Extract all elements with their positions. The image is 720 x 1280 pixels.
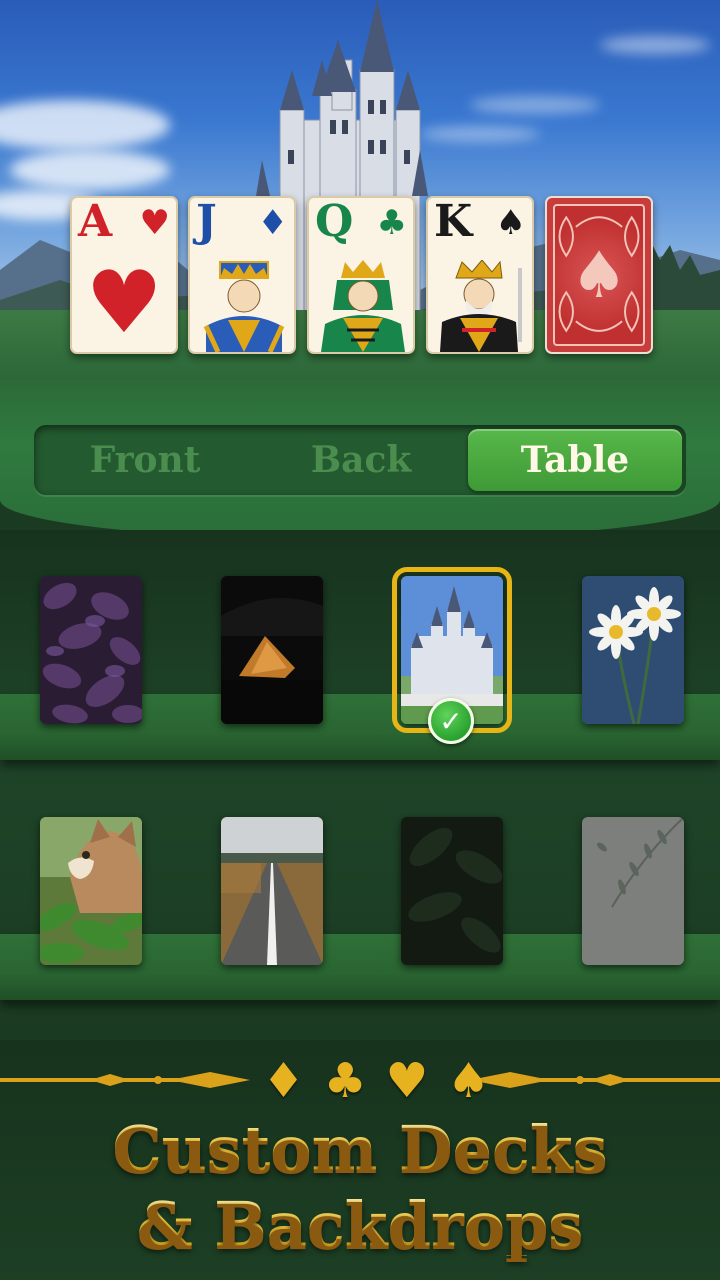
- selected-check-icon: ✓: [428, 698, 474, 744]
- king-face-illustration: [440, 260, 522, 352]
- diamond-icon: ♦: [262, 1053, 306, 1109]
- card-jack-diamonds: J ♦: [188, 196, 296, 354]
- backdrop-night-tent[interactable]: [221, 576, 323, 724]
- card-king-spades: K ♠: [426, 196, 534, 354]
- heart-icon: ♥: [85, 253, 163, 353]
- kitten-image: [40, 817, 142, 965]
- tab-table[interactable]: Table: [468, 429, 682, 491]
- backdrop-purple-leaves[interactable]: [40, 576, 142, 724]
- queen-face-illustration: [321, 260, 405, 352]
- backdrop-grey-branch[interactable]: [582, 817, 684, 965]
- backdrop-kitten[interactable]: [40, 817, 142, 965]
- purple-leaves-image: [40, 576, 142, 724]
- card-back: ♠: [545, 196, 653, 354]
- card-rank: J: [196, 196, 217, 247]
- spade-icon: ♠: [495, 203, 526, 243]
- night-tent-image: [221, 576, 323, 724]
- heart-icon: ♥: [139, 203, 170, 243]
- club-icon: ♣: [376, 203, 407, 243]
- headline-line2: & Backdrops: [0, 1194, 720, 1256]
- grey-branch-image: [582, 817, 684, 965]
- card-rank: A: [78, 196, 113, 247]
- backdrop-daisies[interactable]: [582, 576, 684, 724]
- tab-front[interactable]: Front: [38, 429, 252, 491]
- spade-icon: ♠: [570, 239, 628, 313]
- card-ace-hearts: A ♥ ♥: [70, 196, 178, 354]
- spade-icon: ♠: [446, 1053, 490, 1109]
- club-icon: ♣: [323, 1053, 367, 1109]
- heart-icon: ♥: [385, 1053, 429, 1109]
- tab-back[interactable]: Back: [254, 429, 468, 491]
- dark-leaves-image: [401, 817, 503, 965]
- customize-tabbar: Front Back Table: [34, 425, 686, 495]
- road-image: [221, 817, 323, 965]
- daisies-image: [582, 576, 684, 724]
- card-queen-clubs: Q ♣: [307, 196, 415, 354]
- card-preview-row: A ♥ ♥ J ♦ Q ♣ K ♠ ♠: [70, 196, 653, 356]
- backdrop-road[interactable]: [221, 817, 323, 965]
- card-rank: Q: [315, 196, 354, 247]
- headline-line1: Custom Decks: [0, 1118, 720, 1180]
- diamond-icon: ♦: [257, 203, 288, 243]
- suit-ornaments: ♦ ♣ ♥ ♠: [262, 1054, 490, 1108]
- jack-face-illustration: [203, 261, 285, 352]
- backdrop-dark-leaves[interactable]: [401, 817, 503, 965]
- card-rank: K: [434, 196, 473, 247]
